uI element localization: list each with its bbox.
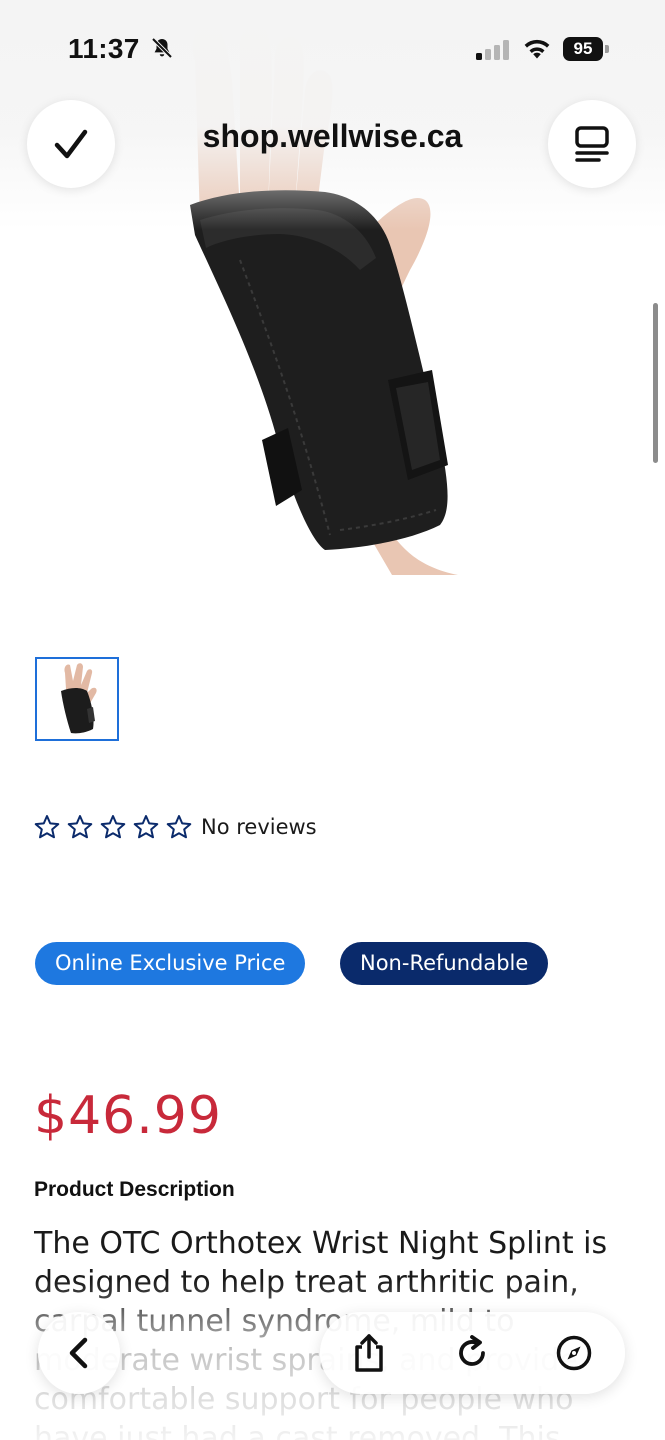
tabs-button[interactable] xyxy=(548,100,636,188)
status-time: 11:37 xyxy=(68,33,140,64)
cellular-signal-icon xyxy=(476,40,509,60)
star-empty-icon xyxy=(67,815,93,839)
wifi-icon xyxy=(524,39,550,59)
star-empty-icon xyxy=(166,815,192,839)
star-empty-icon xyxy=(100,815,126,839)
share-button[interactable] xyxy=(347,1331,391,1375)
share-icon xyxy=(355,1334,383,1372)
reviews-count[interactable]: No reviews xyxy=(201,815,317,839)
status-bar: 11:37 95 xyxy=(0,0,665,90)
description-heading: Product Description xyxy=(34,1178,235,1201)
back-chevron-icon xyxy=(69,1337,88,1369)
silent-bell-icon xyxy=(151,37,173,59)
star-empty-icon xyxy=(34,815,60,839)
star-empty-icon xyxy=(133,815,159,839)
product-thumbnail[interactable] xyxy=(35,657,119,741)
compass-button[interactable] xyxy=(552,1331,596,1375)
battery-level: 95 xyxy=(563,37,603,61)
thumbnail-image xyxy=(61,663,97,734)
battery-indicator: 95 xyxy=(563,37,609,61)
online-exclusive-badge: Online Exclusive Price xyxy=(35,942,306,985)
reload-icon xyxy=(459,1335,485,1366)
back-button[interactable] xyxy=(38,1312,120,1394)
non-refundable-badge: Non-Refundable xyxy=(340,942,549,985)
rating-row[interactable]: No reviews xyxy=(34,812,317,842)
product-price: $46.99 xyxy=(34,1086,222,1146)
reload-button[interactable] xyxy=(450,1331,494,1375)
tabs-icon xyxy=(575,126,609,162)
battery-nub xyxy=(605,45,609,53)
page-scrollbar[interactable] xyxy=(653,303,658,463)
browser-action-bar xyxy=(320,1312,625,1394)
compass-icon xyxy=(556,1335,592,1371)
